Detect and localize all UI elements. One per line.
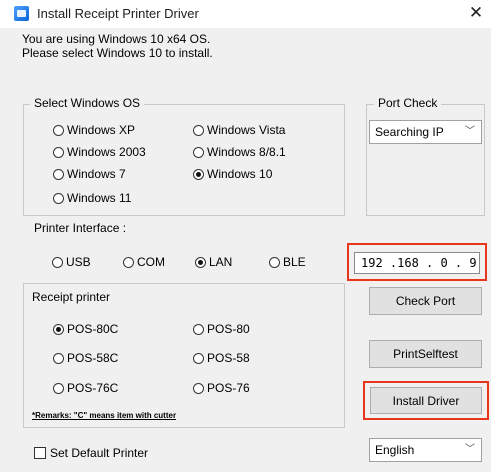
print-selftest-button[interactable]: PrintSelftest (369, 340, 482, 368)
radio-off-icon (52, 257, 63, 268)
radio-label: POS-58 (207, 351, 250, 365)
radio-label: POS-80 (207, 322, 250, 336)
radio-off-icon (193, 324, 204, 335)
os-message-line-1: You are using Windows 10 x64 OS. (22, 32, 211, 46)
radio-off-icon (53, 125, 64, 136)
radio-label: POS-76C (67, 381, 119, 395)
radio-off-icon (53, 383, 64, 394)
title-bar: Install Receipt Printer Driver ✕ (0, 0, 491, 28)
port-check-select[interactable]: Searching IP ﹀ (369, 120, 482, 144)
radio-pos-80c[interactable]: POS-80C (53, 322, 118, 336)
radio-on-icon (53, 324, 64, 335)
radio-windows-7[interactable]: Windows 7 (53, 167, 126, 181)
close-icon[interactable]: ✕ (466, 2, 486, 24)
radio-lan[interactable]: LAN (195, 255, 232, 269)
port-check-value: Searching IP (375, 125, 444, 139)
radio-on-icon (195, 257, 206, 268)
radio-pos-58[interactable]: POS-58 (193, 351, 250, 365)
ip-highlight-box (347, 243, 487, 281)
radio-on-icon (193, 169, 204, 180)
radio-label: Windows Vista (207, 123, 286, 137)
radio-off-icon (193, 353, 204, 364)
radio-label: BLE (283, 255, 306, 269)
radio-off-icon (269, 257, 280, 268)
checkbox-icon (34, 447, 46, 459)
radio-label: Windows 8/8.1 (207, 145, 286, 159)
port-check-label: Port Check (374, 96, 442, 110)
radio-off-icon (53, 353, 64, 364)
radio-off-icon (53, 147, 64, 158)
language-select[interactable]: English ﹀ (369, 438, 482, 462)
radio-windows-xp[interactable]: Windows XP (53, 123, 135, 137)
install-driver-highlight-box (363, 381, 489, 420)
radio-windows-8[interactable]: Windows 8/8.1 (193, 145, 286, 159)
radio-label: Windows 10 (207, 167, 273, 181)
radio-off-icon (123, 257, 134, 268)
radio-windows-10[interactable]: Windows 10 (193, 167, 272, 181)
check-port-button[interactable]: Check Port (369, 287, 482, 315)
radio-off-icon (53, 169, 64, 180)
os-message-line-2: Please select Windows 10 to install. (22, 46, 213, 60)
radio-windows-11[interactable]: Windows 11 (53, 191, 131, 205)
radio-label: LAN (209, 255, 233, 269)
radio-label: POS-80C (67, 322, 119, 336)
radio-windows-2003[interactable]: Windows 2003 (53, 145, 146, 159)
radio-pos-58c[interactable]: POS-58C (53, 351, 118, 365)
interface-label: Printer Interface : (34, 221, 127, 235)
dialog-body: You are using Windows 10 x64 OS. Please … (0, 28, 491, 472)
window-title: Install Receipt Printer Driver (37, 6, 199, 21)
radio-ble[interactable]: BLE (269, 255, 306, 269)
set-default-printer-checkbox[interactable]: Set Default Printer (34, 446, 148, 460)
radio-label: COM (137, 255, 165, 269)
language-value: English (375, 443, 415, 457)
radio-com[interactable]: COM (123, 255, 165, 269)
checkbox-label: Set Default Printer (50, 446, 149, 460)
radio-off-icon (193, 383, 204, 394)
radio-pos-76c[interactable]: POS-76C (53, 381, 118, 395)
radio-label: POS-76 (207, 381, 250, 395)
radio-label: POS-58C (67, 351, 119, 365)
radio-label: Windows 2003 (67, 145, 146, 159)
radio-off-icon (193, 125, 204, 136)
radio-pos-76[interactable]: POS-76 (193, 381, 250, 395)
radio-off-icon (193, 147, 204, 158)
radio-label: USB (66, 255, 91, 269)
radio-off-icon (53, 193, 64, 204)
os-group-label: Select Windows OS (30, 96, 145, 110)
radio-label: Windows 11 (67, 191, 132, 205)
chevron-down-icon: ﹀ (465, 126, 475, 137)
radio-windows-vista[interactable]: Windows Vista (193, 123, 285, 137)
radio-label: Windows XP (67, 123, 136, 137)
cutter-remark: *Remarks: "C" means item with cutter (32, 411, 177, 420)
radio-usb[interactable]: USB (52, 255, 91, 269)
radio-label: Windows 7 (67, 167, 126, 181)
chevron-down-icon: ﹀ (465, 444, 475, 455)
receipt-printer-label: Receipt printer (32, 290, 111, 304)
printer-app-icon (14, 6, 29, 21)
radio-pos-80[interactable]: POS-80 (193, 322, 250, 336)
